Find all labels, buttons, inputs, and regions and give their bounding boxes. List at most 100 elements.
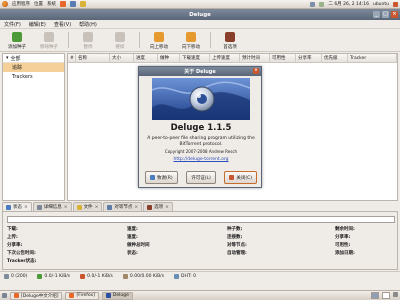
status-icon: [6, 204, 11, 210]
panel-menu-applications[interactable]: 应用程序: [12, 1, 30, 7]
field-value: [295, 250, 335, 256]
field-value: [187, 250, 227, 256]
expander-icon[interactable]: ▾: [6, 55, 9, 61]
status-fields: 下载: 速度: 种子数: 剩余时间: 上传: 速度: 连接数: 分享率: 分享率…: [7, 226, 395, 264]
menu-file[interactable]: 文件(F): [4, 21, 21, 28]
download-icon: [37, 274, 43, 279]
remove-torrent-button[interactable]: 移除种子: [36, 32, 62, 50]
trash-icon[interactable]: [393, 292, 398, 297]
panel-menu-system[interactable]: 系统: [47, 1, 56, 7]
sidebar-item-tracking[interactable]: 追踪: [3, 63, 64, 72]
taskbar-item[interactable]: [Deluge中文介绍]: [10, 291, 63, 300]
power-icon[interactable]: [393, 1, 398, 7]
tab-peers[interactable]: 对等节点 ×: [103, 202, 143, 211]
menu-edit[interactable]: 编辑(E): [29, 21, 46, 28]
connections-icon: [4, 274, 9, 279]
upload-status[interactable]: 0.0/-1 KiB/s: [80, 274, 113, 279]
credits-button[interactable]: 致谢(R): [145, 171, 178, 184]
download-status[interactable]: 0.0/-1 KiB/s: [37, 274, 70, 279]
column-header[interactable]: 优先级: [322, 54, 348, 62]
preferences-button[interactable]: 首选项: [217, 32, 243, 50]
window-title: Deluge: [189, 11, 211, 18]
panel-menu-places[interactable]: 位置: [34, 1, 43, 7]
tab-options[interactable]: 选项 ×: [143, 202, 173, 211]
filter-sidebar: ▾ 全部 追踪 Trackers: [2, 53, 65, 201]
ubuntu-logo-icon[interactable]: [2, 1, 8, 7]
field-value: [295, 226, 335, 232]
website-link[interactable]: http://deluge-torrent.org: [145, 157, 257, 162]
column-header[interactable]: Tracker: [348, 54, 397, 62]
queue-down-button[interactable]: 向下移动: [178, 32, 204, 50]
column-header[interactable]: #: [68, 54, 76, 62]
connections-status[interactable]: 0 (200): [4, 274, 27, 279]
about-dialog: 关于 Deluge × Deluge 1.1.5 A peer-to-peer …: [138, 66, 262, 188]
dialog-titlebar[interactable]: 关于 Deluge ×: [139, 67, 261, 76]
dialog-title: 关于 Deluge: [184, 69, 216, 75]
toolbar-separator: [210, 32, 211, 48]
taskbar-item-active[interactable]: Deluge: [101, 291, 133, 300]
dialog-close-button[interactable]: 关闭(C): [224, 171, 257, 184]
window-titlebar[interactable]: Deluge _ □ ×: [0, 9, 400, 20]
close-tab-icon[interactable]: ×: [165, 205, 169, 210]
tab-status[interactable]: 状态 ×: [2, 202, 32, 211]
column-header[interactable]: 做种: [158, 54, 180, 62]
column-header[interactable]: 大小: [110, 54, 134, 62]
column-header[interactable]: 名称: [76, 54, 110, 62]
toolbar-separator: [139, 32, 140, 48]
field-value: [387, 242, 395, 248]
firefox-launcher-icon[interactable]: [60, 1, 66, 7]
show-desktop-icon[interactable]: [2, 293, 7, 298]
dht-status: DHT: 0: [174, 274, 196, 279]
help-launcher-icon[interactable]: [80, 1, 86, 7]
deluge-icon: [105, 293, 111, 298]
workspace-2[interactable]: [382, 292, 390, 299]
field-label: 种子数:: [227, 227, 243, 232]
column-header[interactable]: 预计时间: [240, 54, 270, 62]
add-torrent-button[interactable]: 添加种子: [4, 32, 30, 50]
column-header[interactable]: 上传速度: [210, 54, 240, 62]
dialog-close-icon[interactable]: ×: [253, 68, 259, 74]
field-value: [75, 250, 127, 256]
close-tab-icon[interactable]: ×: [24, 205, 28, 210]
tab-details[interactable]: 详细信息 ×: [32, 202, 72, 211]
workspace-1[interactable]: [371, 292, 379, 299]
column-header[interactable]: 进度: [134, 54, 158, 62]
field-value: [75, 258, 127, 264]
column-header[interactable]: 下载速度: [180, 54, 210, 62]
mail-launcher-icon[interactable]: [70, 1, 76, 7]
menu-view[interactable]: 查看(V): [54, 21, 71, 28]
field-label: 对等节点:: [227, 243, 247, 248]
peers-icon: [107, 204, 113, 210]
dialog-buttons: 致谢(R) 许可证(L) 关闭(C): [145, 171, 257, 184]
protocol-traffic-status: 0.00/0.00 KiB/s: [122, 274, 164, 279]
panel-user[interactable]: ubuntu: [373, 2, 389, 7]
maximize-button[interactable]: □: [382, 11, 389, 18]
close-tab-icon[interactable]: ×: [64, 205, 68, 210]
menu-help[interactable]: 帮助(H): [79, 21, 97, 28]
close-tab-icon[interactable]: ×: [95, 205, 99, 210]
toolbar: 添加种子 移除种子 暂停 继续 向上移动 向下移动 首选项: [0, 29, 400, 52]
resume-button[interactable]: 继续: [107, 32, 133, 50]
upload-icon: [80, 274, 86, 279]
pause-button[interactable]: 暂停: [75, 32, 101, 50]
firefox-icon: [69, 293, 75, 298]
queue-up-button[interactable]: 向上移动: [146, 32, 172, 50]
field-label: 自动管理:: [227, 251, 247, 256]
tab-files[interactable]: 文件 ×: [72, 202, 103, 211]
license-button[interactable]: 许可证(L): [186, 171, 216, 184]
traffic-icon: [122, 274, 128, 279]
network-icon[interactable]: [310, 1, 316, 7]
column-header[interactable]: 分享率: [296, 54, 322, 62]
taskbar-item[interactable]: [Firefox]: [65, 291, 99, 300]
close-tab-icon[interactable]: ×: [134, 205, 138, 210]
sidebar-item-trackers[interactable]: Trackers: [3, 72, 64, 81]
panel-clock[interactable]: 二 6月 26, 2 14:16: [328, 1, 369, 7]
volume-icon[interactable]: [319, 1, 325, 7]
field-label: 连接数:: [227, 235, 243, 240]
column-header[interactable]: 可用性: [270, 54, 296, 62]
close-window-button[interactable]: ×: [391, 11, 398, 18]
sidebar-header[interactable]: ▾ 全部: [3, 54, 64, 63]
field-value: [187, 226, 227, 232]
details-icon: [36, 204, 42, 210]
minimize-button[interactable]: _: [373, 11, 380, 18]
